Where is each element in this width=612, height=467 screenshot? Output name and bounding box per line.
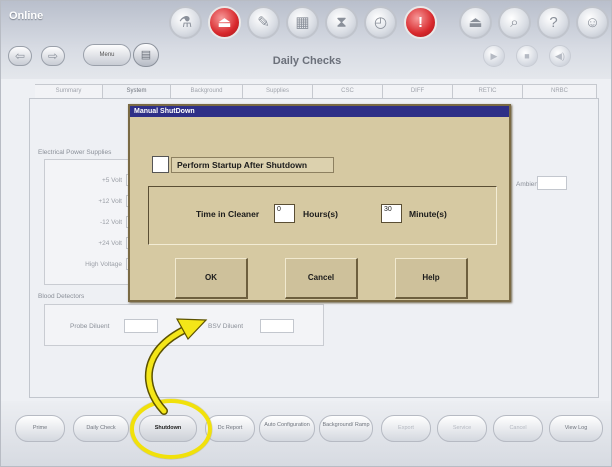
row-label: -12 Volt — [99, 219, 122, 226]
report-icon[interactable]: ▦ — [286, 6, 319, 39]
startup-checkbox-label[interactable]: Perform Startup After Shutdown — [171, 157, 334, 173]
tab-nrbc[interactable]: NRBC — [523, 84, 597, 98]
status-indicator: Online — [9, 10, 44, 22]
volume-icon[interactable]: ◀) — [549, 45, 571, 67]
daily-check-button[interactable]: Daily Check — [73, 415, 129, 442]
tab-diff[interactable]: DIFF — [383, 84, 453, 98]
minutes-input[interactable]: 30 — [381, 204, 402, 223]
dialog-title: Manual ShutDown — [130, 106, 509, 117]
tab-retic[interactable]: RETIC — [453, 84, 523, 98]
dc-report-button[interactable]: Dc Report — [205, 415, 255, 442]
time-in-cleaner-label: Time in Cleaner — [196, 209, 260, 219]
prime-button[interactable]: Prime — [15, 415, 65, 442]
row-label: +24 Volt — [98, 240, 122, 247]
time-in-cleaner-group: Time in Cleaner 0 Hours(s) 30 Minute(s) — [148, 186, 497, 245]
play-icon[interactable]: ▶ — [483, 45, 505, 67]
minutes-label: Minute(s) — [409, 209, 447, 219]
tab-background[interactable]: Background — [171, 84, 243, 98]
blood-detectors-title: Blood Detectors — [38, 293, 85, 300]
electrical-section-title: Electrical Power Supplies — [38, 149, 112, 156]
gauge-icon[interactable]: ◴ — [364, 6, 397, 39]
help-button[interactable]: Help — [395, 258, 468, 299]
row-label: +12 Volt — [98, 198, 122, 205]
tab-summary[interactable]: Summary — [35, 84, 103, 98]
search-icon[interactable]: ⌕ — [498, 6, 531, 39]
stop-icon[interactable]: ■ — [516, 45, 538, 67]
chemistry-icon[interactable]: ⚗ — [169, 6, 202, 39]
bsv-diluent-value — [260, 319, 294, 333]
user-icon[interactable]: ☺ — [576, 6, 609, 39]
row-label: +5 Volt — [101, 177, 122, 184]
bsv-diluent-label: BSV Diluent — [208, 323, 244, 330]
bottom-toolbar: Prime Daily Check Shutdown Dc Report Aut… — [1, 401, 611, 466]
ok-button[interactable]: OK — [175, 258, 248, 299]
export-button[interactable]: Export — [381, 415, 431, 442]
alert-icon[interactable]: ! — [404, 6, 437, 39]
view-log-button[interactable]: View Log — [549, 415, 603, 442]
tab-supplies[interactable]: Supplies — [243, 84, 313, 98]
tab-csc[interactable]: CSC — [313, 84, 383, 98]
header-bar: Online ⇦ ⇨ Menu ▤ ⚗ ⏏ ✎ ▦ ⧗ ◴ ! ⏏ ⌕ ? ☺ … — [1, 1, 611, 79]
auto-configuration-button[interactable]: Auto Configuration — [259, 415, 315, 442]
highlight-circle — [130, 399, 212, 459]
tab-system[interactable]: System — [103, 84, 171, 98]
cancel-toolbar-button[interactable]: Cancel — [493, 415, 543, 442]
reagents-icon[interactable]: ✎ — [247, 6, 280, 39]
hourglass-icon[interactable]: ⧗ — [325, 6, 358, 39]
row-label: High Voltage — [85, 261, 122, 268]
tab-strip: Summary System Background Supplies CSC D… — [35, 84, 597, 98]
help-icon[interactable]: ? — [537, 6, 570, 39]
app-window: Online ⇦ ⇨ Menu ▤ ⚗ ⏏ ✎ ▦ ⧗ ◴ ! ⏏ ⌕ ? ☺ … — [0, 0, 612, 467]
startup-checkbox[interactable] — [152, 156, 169, 173]
hours-input[interactable]: 0 — [274, 204, 295, 223]
eject-icon[interactable]: ⏏ — [459, 6, 492, 39]
ambient-value — [537, 176, 567, 190]
probe-diluent-label: Probe Diluent — [70, 323, 110, 330]
hours-label: Hours(s) — [303, 209, 338, 219]
probe-diluent-value — [124, 319, 158, 333]
cancel-button[interactable]: Cancel — [285, 258, 358, 299]
background-ramp-button[interactable]: Background/ Ramp — [319, 415, 373, 442]
exit-icon[interactable]: ⏏ — [208, 6, 241, 39]
service-button[interactable]: Service — [437, 415, 487, 442]
manual-shutdown-dialog: Manual ShutDown Perform Startup After Sh… — [128, 104, 511, 302]
